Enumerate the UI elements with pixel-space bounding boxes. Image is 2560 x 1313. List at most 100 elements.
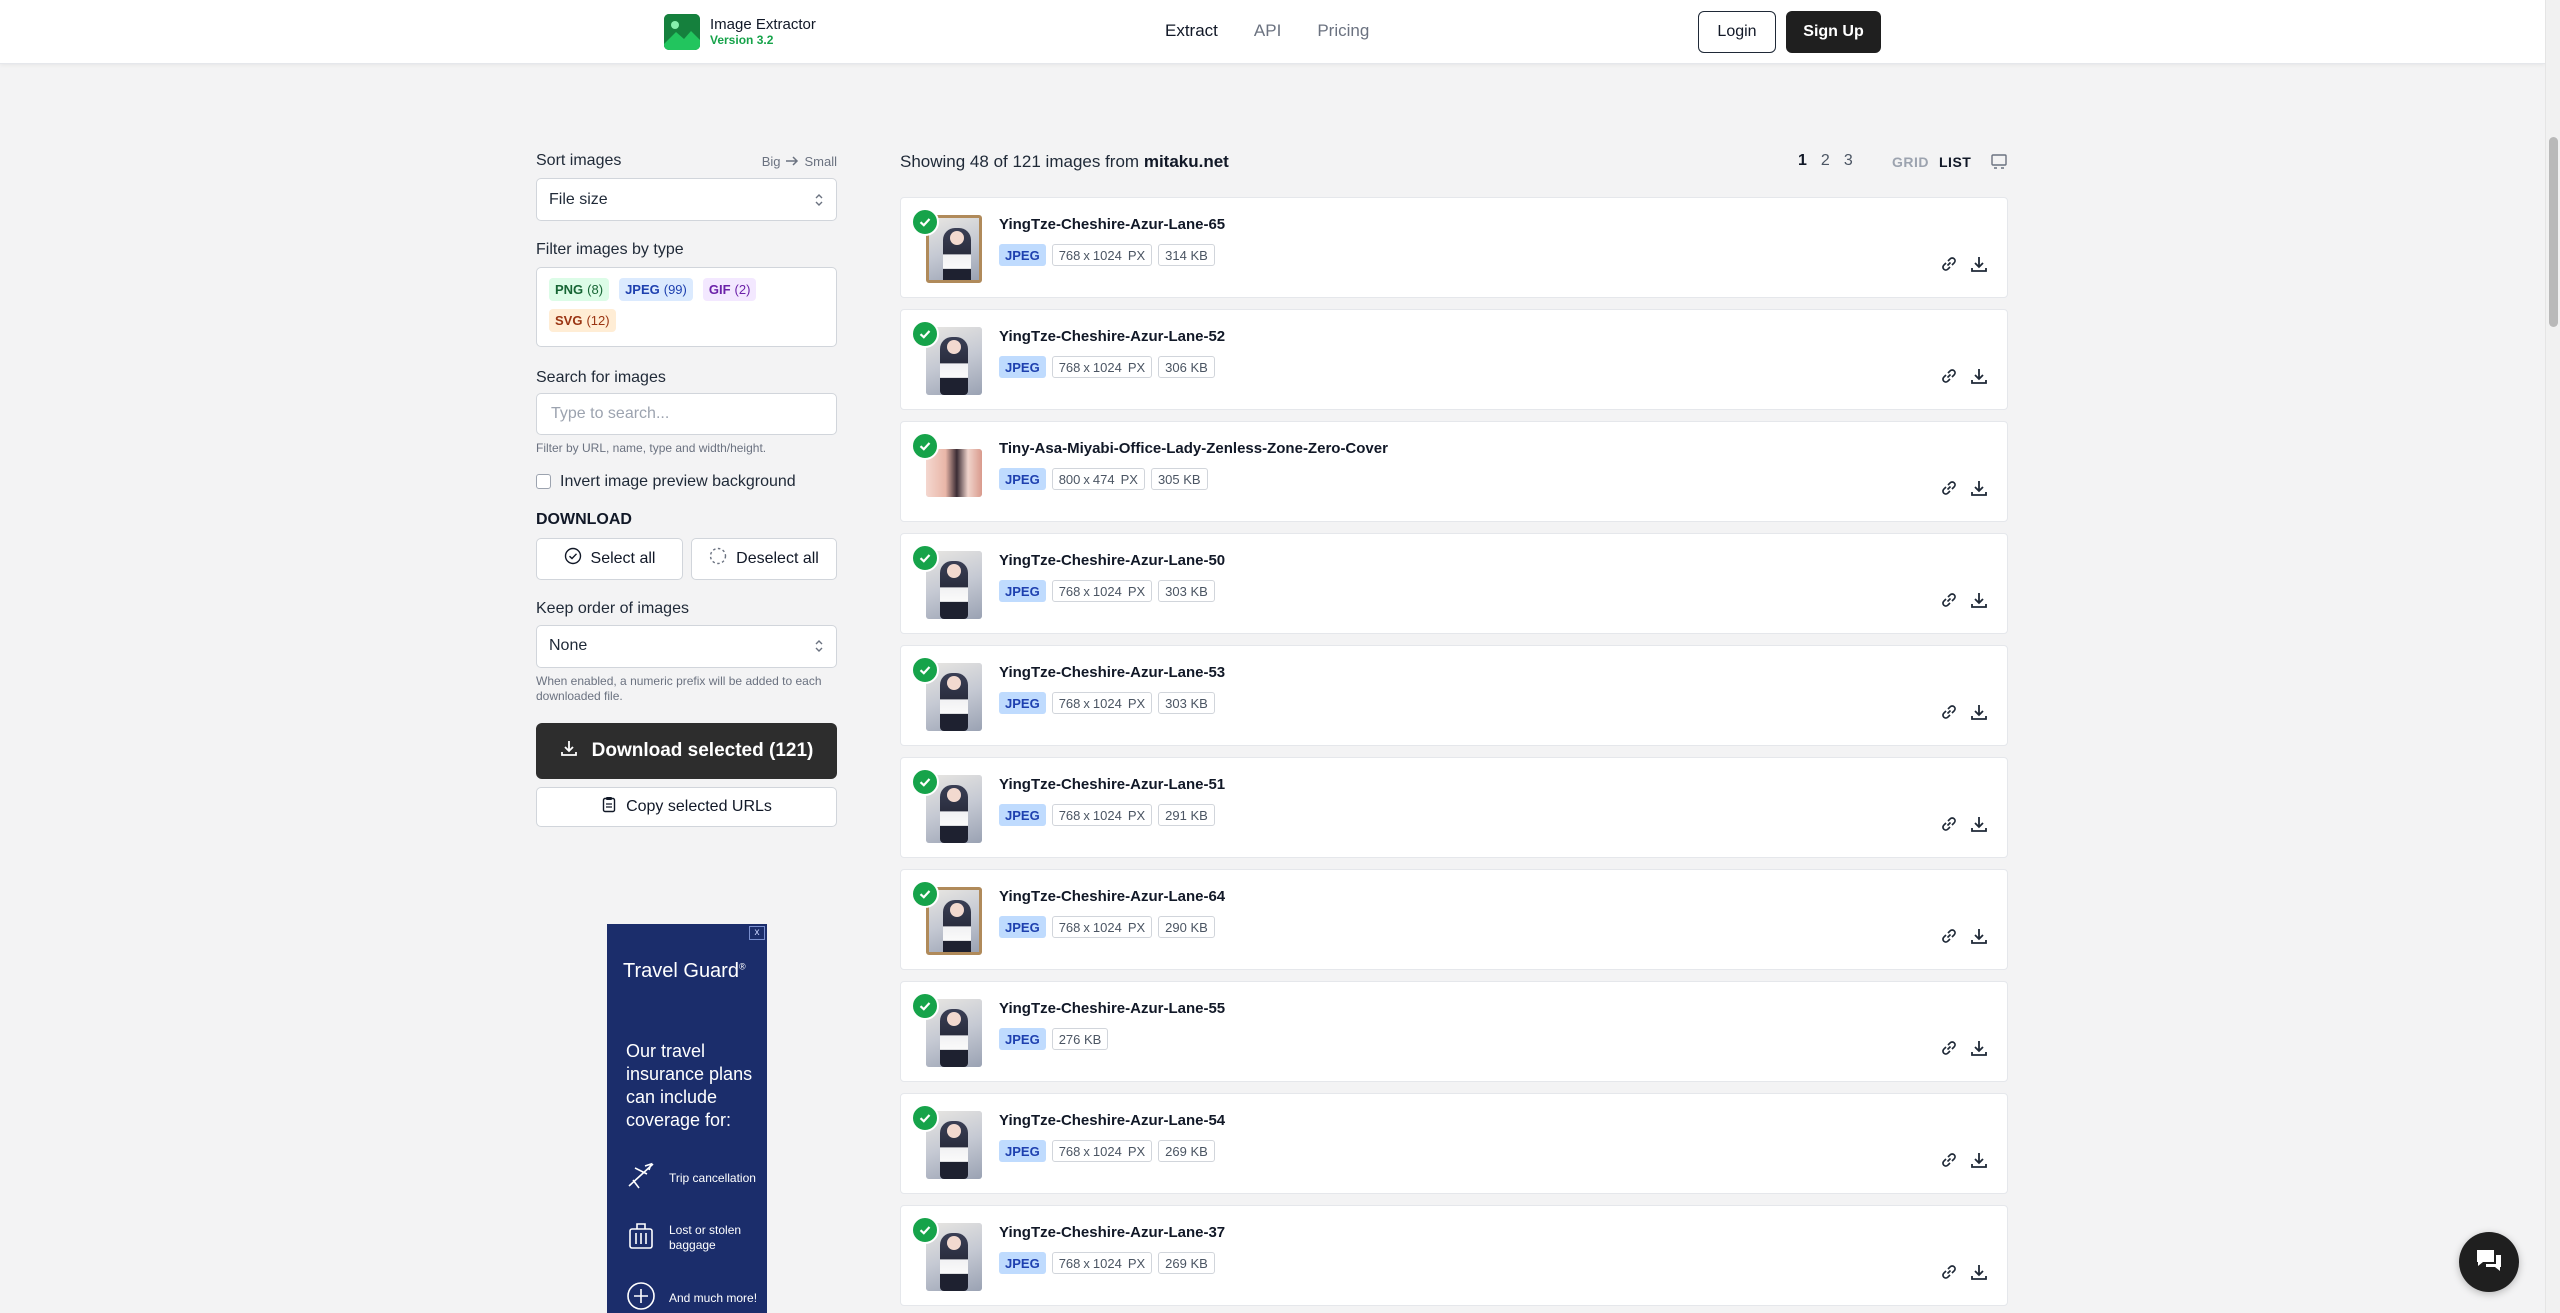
filter-count: (8) — [587, 282, 604, 297]
nav-extract[interactable]: Extract — [1165, 21, 1218, 41]
order-hint: When enabled, a numeric prefix will be a… — [536, 673, 822, 704]
page-2[interactable]: 2 — [1821, 152, 1830, 170]
image-list-item[interactable]: YingTze-Cheshire-Azur-Lane-54 JPEG 768 x 102… — [900, 1093, 2008, 1194]
signup-button[interactable]: Sign Up — [1786, 11, 1881, 53]
invert-preview-checkbox[interactable] — [536, 474, 551, 490]
download-icon[interactable] — [1968, 365, 1990, 387]
check-circle-icon — [564, 547, 582, 570]
check-circle-icon[interactable] — [911, 320, 939, 348]
image-list-item[interactable]: YingTze-Cheshire-Azur-Lane-50 JPEG 768 x 102… — [900, 533, 2008, 634]
check-circle-icon[interactable] — [911, 544, 939, 572]
download-icon[interactable] — [1968, 253, 1990, 275]
times-sign: x — [1083, 1255, 1090, 1271]
image-name: Tiny-Asa-Miyabi-Office-Lady-Zenless-Zone… — [999, 440, 1388, 457]
image-actions — [1938, 1037, 1990, 1059]
check-circle-icon[interactable] — [911, 992, 939, 1020]
view-list-button[interactable]: LIST — [1939, 154, 1971, 170]
image-list-item[interactable]: YingTze-Cheshire-Azur-Lane-51 JPEG 768 x 102… — [900, 757, 2008, 858]
dimension-unit: PX — [1127, 247, 1146, 263]
link-icon[interactable] — [1938, 477, 1960, 499]
check-circle-icon[interactable] — [911, 432, 939, 460]
link-icon[interactable] — [1938, 365, 1960, 387]
dimensions-badge: 768 x 1024 PX — [1051, 804, 1153, 826]
link-icon[interactable] — [1938, 1261, 1960, 1283]
deselect-all-button[interactable]: Deselect all — [691, 537, 837, 580]
check-circle-icon[interactable] — [911, 656, 939, 684]
image-actions — [1938, 477, 1990, 499]
image-list-item[interactable]: YingTze-Cheshire-Azur-Lane-52 JPEG 768 x 102… — [900, 309, 2008, 410]
link-icon[interactable] — [1938, 813, 1960, 835]
view-grid-button[interactable]: GRID — [1892, 154, 1929, 170]
type-badge: JPEG — [999, 244, 1046, 266]
download-icon[interactable] — [1968, 925, 1990, 947]
download-icon[interactable] — [1968, 1037, 1990, 1059]
search-input[interactable] — [536, 393, 837, 435]
plus-circle-icon — [625, 1280, 657, 1313]
download-icon[interactable] — [1968, 589, 1990, 611]
page-3[interactable]: 3 — [1844, 152, 1853, 170]
search-hint: Filter by URL, name, type and width/heig… — [536, 441, 767, 455]
ad-close-icon[interactable]: x — [749, 926, 765, 940]
download-selected-button[interactable]: Download selected (121) — [536, 722, 837, 779]
link-icon[interactable] — [1938, 1037, 1960, 1059]
image-actions — [1938, 589, 1990, 611]
copy-urls-button[interactable]: Copy selected URLs — [536, 786, 837, 827]
check-circle-icon[interactable] — [911, 1216, 939, 1244]
image-list-item[interactable]: YingTze-Cheshire-Azur-Lane-55 JPEG 276 KB — [900, 981, 2008, 1082]
sort-select[interactable]: File size — [536, 178, 837, 221]
scrollbar-thumb[interactable] — [2549, 137, 2558, 327]
image-list-item[interactable]: YingTze-Cheshire-Azur-Lane-64 JPEG 768 x 102… — [900, 869, 2008, 970]
filter-tag-png[interactable]: PNG (8) — [549, 278, 610, 301]
link-icon[interactable] — [1938, 589, 1960, 611]
image-meta: JPEG 800 x 474 PX 305 KB — [999, 468, 1208, 490]
image-height: 1024 — [1092, 807, 1122, 823]
sort-direction-toggle[interactable]: Big Small — [762, 154, 837, 169]
ad-copy: Our travel insurance plans can include c… — [626, 1041, 753, 1130]
image-actions — [1938, 253, 1990, 275]
download-icon[interactable] — [1968, 477, 1990, 499]
link-icon[interactable] — [1938, 701, 1960, 723]
image-list-item[interactable]: YingTze-Cheshire-Azur-Lane-53 JPEG 768 x 102… — [900, 645, 2008, 746]
nav-api[interactable]: API — [1254, 21, 1281, 41]
page-1[interactable]: 1 — [1798, 152, 1807, 170]
image-actions — [1938, 701, 1990, 723]
login-button[interactable]: Login — [1698, 11, 1776, 53]
link-icon[interactable] — [1938, 925, 1960, 947]
type-badge: JPEG — [999, 1252, 1046, 1274]
check-circle-icon[interactable] — [911, 880, 939, 908]
filter-tag-jpeg[interactable]: JPEG (99) — [619, 278, 693, 301]
select-all-button[interactable]: Select all — [536, 537, 683, 580]
filter-type-label: JPEG — [625, 282, 660, 297]
download-icon[interactable] — [1968, 1261, 1990, 1283]
app-logo[interactable]: Image Extractor Version 3.2 — [664, 14, 816, 50]
filter-tag-svg[interactable]: SVG (12) — [549, 309, 616, 332]
chat-button[interactable] — [2459, 1232, 2519, 1292]
download-icon[interactable] — [1968, 1149, 1990, 1171]
invert-preview-label: Invert image preview background — [560, 472, 796, 490]
filter-tag-gif[interactable]: GIF (2) — [702, 278, 757, 301]
page-scrollbar[interactable] — [2545, 0, 2560, 1313]
advertisement[interactable]: x Travel Guard® Our travel insurance pla… — [607, 924, 767, 1313]
image-list-item[interactable]: Tiny-Asa-Miyabi-Office-Lady-Zenless-Zone… — [900, 421, 2008, 522]
nav-pricing[interactable]: Pricing — [1317, 21, 1369, 41]
dimensions-badge: 768 x 1024 PX — [1051, 1140, 1153, 1162]
image-list-item[interactable]: YingTze-Cheshire-Azur-Lane-37 JPEG 768 x 102… — [900, 1205, 2008, 1306]
check-circle-icon[interactable] — [911, 208, 939, 236]
ad-brand-name: Travel Guard — [623, 960, 739, 982]
link-icon[interactable] — [1938, 253, 1960, 275]
order-label: Keep order of images — [536, 599, 689, 617]
invert-preview-row[interactable]: Invert image preview background — [536, 473, 837, 491]
check-circle-icon[interactable] — [911, 768, 939, 796]
dimension-unit: PX — [1127, 1255, 1146, 1271]
download-icon[interactable] — [1968, 813, 1990, 835]
link-icon[interactable] — [1938, 1149, 1960, 1171]
download-icon[interactable] — [1968, 701, 1990, 723]
check-circle-icon[interactable] — [911, 1104, 939, 1132]
times-sign: x — [1083, 247, 1090, 263]
order-select[interactable]: None — [536, 624, 837, 668]
image-library-icon[interactable] — [1990, 152, 2008, 175]
dimension-unit: PX — [1127, 1143, 1146, 1159]
image-name: YingTze-Cheshire-Azur-Lane-65 — [999, 216, 1226, 233]
image-list-item[interactable]: YingTze-Cheshire-Azur-Lane-65 JPEG 768 x 102… — [900, 197, 2008, 298]
filter-count: (99) — [663, 282, 687, 297]
